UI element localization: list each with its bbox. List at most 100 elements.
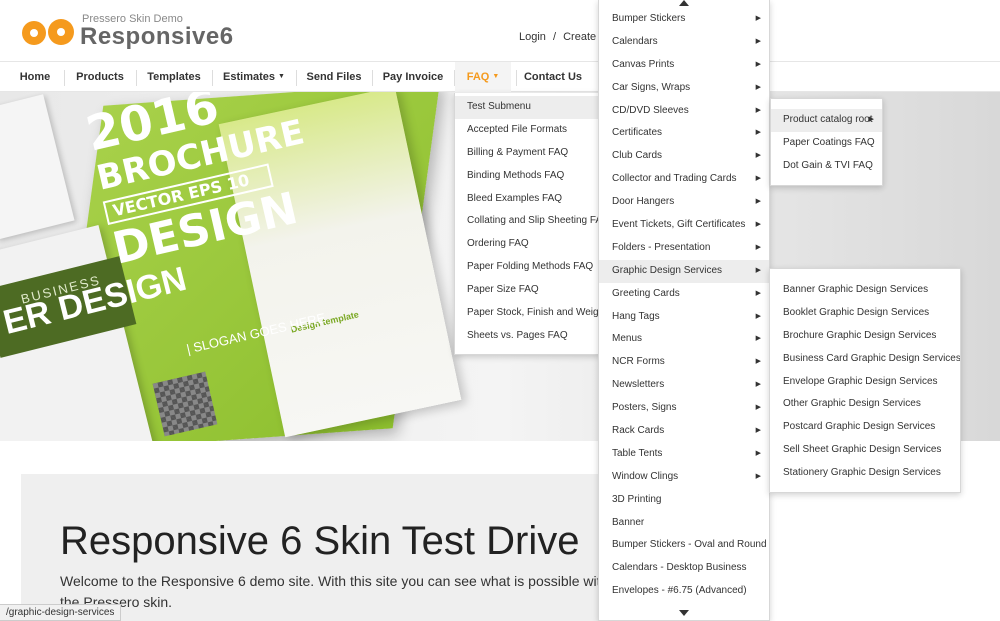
category-menu-item[interactable]: Graphic Design Services ▶	[599, 259, 769, 283]
faq-menu-item[interactable]: Ordering FAQ	[455, 233, 599, 256]
nav-products[interactable]: Products	[70, 62, 130, 92]
site-logo[interactable]: Pressero Skin Demo Responsive6	[22, 14, 234, 49]
faq-menu-item[interactable]: Paper Stock, Finish and Weight	[455, 302, 599, 325]
category-menu-item[interactable]: Calendars ▶	[599, 31, 769, 54]
scroll-down-icon[interactable]	[679, 610, 689, 616]
faq-menu-item[interactable]: Paper Size FAQ	[455, 279, 599, 302]
nav-divider	[64, 70, 65, 86]
nav-send-files[interactable]: Send Files	[302, 62, 366, 92]
category-label: Rack Cards	[612, 425, 665, 437]
submenu-item[interactable]: Product catalog root ▶	[771, 109, 882, 132]
chevron-right-icon: ▶	[755, 243, 761, 251]
category-label: CD/DVD Sleeves	[612, 104, 689, 116]
chevron-right-icon: ▶	[755, 312, 761, 320]
nav-faq-label: FAQ	[466, 71, 490, 83]
category-menu-item[interactable]: Window Clings ▶	[599, 466, 769, 489]
nav-home[interactable]: Home	[12, 62, 58, 92]
login-link[interactable]: Login	[519, 31, 546, 43]
nav-templates[interactable]: Templates	[142, 62, 206, 92]
graphic-design-submenu: Banner Graphic Design Services Booklet G…	[769, 268, 961, 493]
category-menu-item[interactable]: Collector and Trading Cards ▶	[599, 168, 769, 191]
category-label: Bumper Stickers	[612, 13, 686, 24]
faq-menu-item[interactable]: Paper Folding Methods FAQ	[455, 256, 599, 279]
submenu-item[interactable]: Envelope Graphic Design Services	[770, 371, 960, 394]
category-label: Calendars	[612, 35, 658, 47]
caret-down-icon: ▼	[278, 73, 285, 81]
faq-dropdown: Test Submenu Accepted File Formats Billi…	[454, 93, 600, 355]
category-menu-item[interactable]: Canvas Prints ▶	[599, 54, 769, 77]
category-label: Club Cards	[612, 150, 663, 162]
submenu-item[interactable]: Paper Coatings FAQ	[771, 132, 882, 155]
faq-menu-item[interactable]: Binding Methods FAQ	[455, 165, 599, 188]
faq-menu-item[interactable]: Billing & Payment FAQ	[455, 142, 599, 165]
category-menu-item[interactable]: Banner	[599, 512, 769, 535]
category-menu-item[interactable]: CD/DVD Sleeves ▶	[599, 100, 769, 123]
category-menu-item[interactable]: Certificates ▶	[599, 122, 769, 145]
submenu-item[interactable]: Other Graphic Design Services	[770, 393, 960, 416]
category-menu-item[interactable]: Event Tickets, Gift Certificates ▶	[599, 214, 769, 237]
scroll-up-icon[interactable]	[679, 0, 689, 6]
category-label: Graphic Design Services	[612, 264, 723, 276]
chevron-right-icon: ▶	[755, 289, 761, 297]
welcome-text: Welcome to the Responsive 6 demo site. W…	[60, 573, 609, 610]
category-label: Banner	[612, 516, 645, 528]
chevron-right-icon: ▶	[755, 427, 761, 435]
submenu-item[interactable]: Stationery Graphic Design Services	[770, 462, 960, 485]
brochure-image	[0, 94, 75, 240]
nav-divider	[212, 70, 213, 86]
category-menu-item[interactable]: Calendars - Desktop Business	[599, 557, 769, 580]
faq-menu-item[interactable]: Test Submenu	[455, 96, 599, 119]
nav-pay-invoice[interactable]: Pay Invoice	[378, 62, 448, 92]
nav-contact-label: Contact Us	[523, 71, 583, 83]
category-menu-item[interactable]: Door Hangers ▶	[599, 191, 769, 214]
chevron-right-icon: ▶	[755, 221, 761, 229]
faq-menu-item[interactable]: Sheets vs. Pages FAQ	[455, 325, 599, 348]
category-menu-item[interactable]: Rack Cards ▶	[599, 420, 769, 443]
nav-contact-us[interactable]: Contact Us	[520, 62, 586, 92]
submenu-item[interactable]: Booklet Graphic Design Services	[770, 302, 960, 325]
category-label: Collector and Trading Cards	[612, 173, 737, 185]
faq-menu-item[interactable]: Accepted File Formats	[455, 119, 599, 142]
category-menu-item[interactable]: NCR Forms ▶	[599, 351, 769, 374]
submenu-item[interactable]: Sell Sheet Graphic Design Services	[770, 439, 960, 462]
chevron-right-icon: ▶	[755, 198, 761, 206]
submenu-item[interactable]: Dot Gain & TVI FAQ	[771, 155, 882, 178]
category-menu-item[interactable]: Envelopes - #6.75 (Advanced)	[599, 580, 769, 603]
chevron-right-icon: ▶	[755, 472, 761, 480]
category-menu-item[interactable]: Folders - Presentation ▶	[599, 237, 769, 260]
category-menu-item[interactable]: Hang Tags ▶	[599, 306, 769, 329]
category-menu-item[interactable]: Car Signs, Wraps ▶	[599, 77, 769, 100]
chevron-right-icon: ▶	[755, 15, 761, 22]
category-menu-item[interactable]: Posters, Signs ▶	[599, 397, 769, 420]
submenu-item[interactable]: Business Card Graphic Design Services	[770, 348, 960, 371]
faq-menu-item[interactable]: Bleed Examples FAQ	[455, 188, 599, 211]
category-menu-item[interactable]: Menus ▶	[599, 328, 769, 351]
category-label: Canvas Prints	[612, 58, 675, 70]
chevron-right-icon: ▶	[755, 83, 761, 91]
submenu-item[interactable]: Brochure Graphic Design Services	[770, 325, 960, 348]
category-menu-item[interactable]: Newsletters ▶	[599, 374, 769, 397]
category-menu-item[interactable]: Bumper Stickers - Oval and Round	[599, 534, 769, 557]
faq-menu-item[interactable]: Collating and Slip Sheeting FAQ	[455, 210, 599, 233]
submenu-item[interactable]: Banner Graphic Design Services	[770, 279, 960, 302]
category-dropdown: Bumper Stickers ▶ Calendars ▶ Canvas Prints ▶…	[598, 0, 770, 621]
category-label: Newsletters	[612, 379, 665, 391]
nav-faq[interactable]: FAQ ▼	[455, 62, 511, 92]
category-label: Bumper Stickers - Oval and Round	[612, 539, 767, 551]
chevron-right-icon: ▶	[755, 175, 761, 183]
nav-send-files-label: Send Files	[306, 71, 362, 83]
nav-divider	[516, 70, 517, 86]
category-label: Certificates	[612, 127, 663, 139]
logo-name: Responsive6	[80, 23, 234, 50]
nav-divider	[296, 70, 297, 86]
chevron-right-icon: ▶	[868, 116, 874, 123]
category-menu-item[interactable]: Greeting Cards ▶	[599, 283, 769, 306]
submenu-item[interactable]: Postcard Graphic Design Services	[770, 416, 960, 439]
category-label: Envelopes - #6.75 (Advanced)	[612, 585, 747, 597]
category-menu-item[interactable]: Table Tents ▶	[599, 443, 769, 466]
category-menu-item[interactable]: 3D Printing	[599, 489, 769, 512]
nav-divider	[136, 70, 137, 86]
nav-estimates[interactable]: Estimates ▼	[218, 62, 290, 92]
category-menu-item[interactable]: Bumper Stickers ▶	[599, 8, 769, 31]
category-menu-item[interactable]: Club Cards ▶	[599, 145, 769, 168]
